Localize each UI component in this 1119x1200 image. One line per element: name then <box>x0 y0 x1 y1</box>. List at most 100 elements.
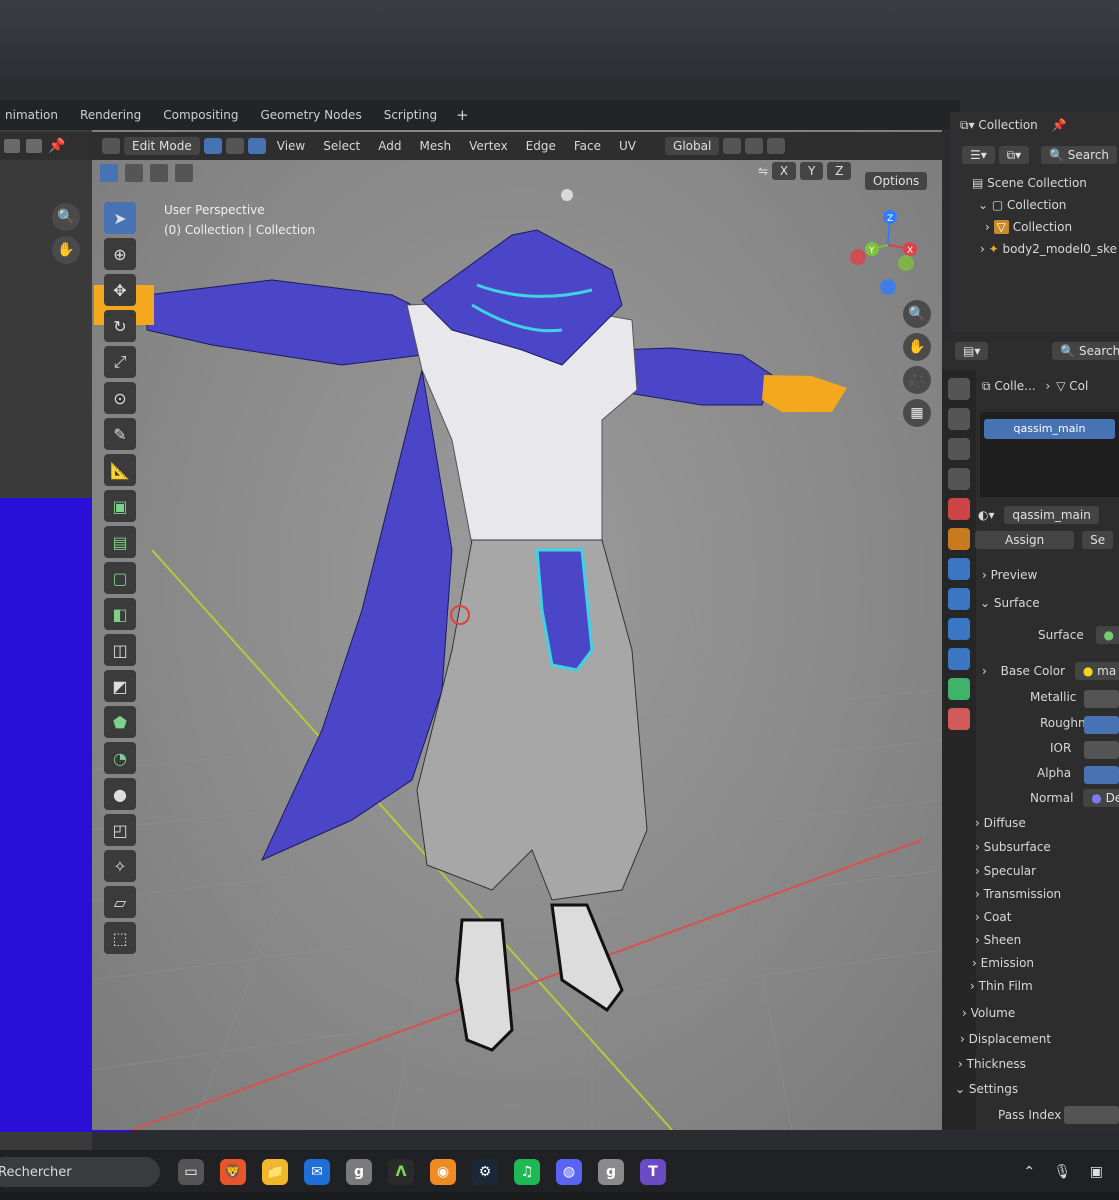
tab-scripting[interactable]: Scripting <box>373 108 448 122</box>
proportional-edit-icon[interactable] <box>767 138 786 154</box>
thickness-section[interactable]: › Thickness <box>958 1057 1026 1071</box>
menu-view[interactable]: View <box>270 137 312 155</box>
file-explorer-icon[interactable]: 📁 <box>262 1159 288 1185</box>
material-name-field[interactable]: qassim_main <box>1004 506 1099 524</box>
smooth-tool-icon[interactable]: ● <box>104 778 136 810</box>
roughness-field[interactable] <box>1084 716 1119 734</box>
loop-cut-tool-icon[interactable]: ◫ <box>104 634 136 666</box>
menu-vertex[interactable]: Vertex <box>462 137 515 155</box>
diffuse-section[interactable]: › Diffuse <box>975 816 1026 830</box>
material-slot-item[interactable]: qassim_main <box>984 419 1115 439</box>
pivot-icon[interactable] <box>723 138 742 154</box>
constraints-tab-icon[interactable] <box>948 648 970 670</box>
measure-tool-icon[interactable]: 📐 <box>104 454 136 486</box>
coat-section[interactable]: › Coat <box>975 910 1011 924</box>
volume-section[interactable]: › Volume <box>962 1006 1015 1020</box>
modifier-tab-icon[interactable] <box>948 558 970 580</box>
normal-field[interactable]: ● Defa <box>1083 789 1119 807</box>
face-select-icon[interactable] <box>247 138 266 154</box>
sub-collection-row[interactable]: › ▽ Collection <box>985 220 1072 234</box>
tab-rendering[interactable]: Rendering <box>69 108 152 122</box>
brave-browser-icon[interactable]: 🦁 <box>220 1159 246 1185</box>
render-tab-icon[interactable] <box>948 408 970 430</box>
app-a-icon[interactable]: Λ <box>388 1159 414 1185</box>
metallic-field[interactable] <box>1084 690 1119 708</box>
properties-search-field[interactable]: 🔍 Search <box>1052 342 1119 360</box>
cursor-tool-icon[interactable]: ⊕ <box>104 238 136 270</box>
rotate-tool-icon[interactable]: ↻ <box>104 310 136 342</box>
select-invert-icon[interactable] <box>175 164 194 182</box>
network-icon[interactable]: ▣ <box>1090 1164 1103 1180</box>
discord-icon[interactable]: ◍ <box>556 1159 582 1185</box>
mirror-x-toggle[interactable]: X <box>771 162 797 180</box>
menu-add[interactable]: Add <box>371 137 408 155</box>
view-layer-icon[interactable]: ⧉▾ <box>960 118 978 132</box>
viewport-zoom-icon[interactable]: 🔍 <box>903 300 931 328</box>
add-workspace-button[interactable]: + <box>448 106 477 124</box>
menu-mesh[interactable]: Mesh <box>413 137 459 155</box>
outliner-search-field[interactable]: 🔍 Search <box>1041 146 1118 164</box>
chevron-up-icon[interactable]: ⌃ <box>1023 1164 1035 1180</box>
collection-row[interactable]: ⌄ ▢ Collection <box>978 198 1066 212</box>
scene-tab-icon[interactable] <box>948 498 970 520</box>
data-tab-icon[interactable] <box>948 678 970 700</box>
chevron-right-icon[interactable]: › <box>980 242 989 256</box>
tab-geometry-nodes[interactable]: Geometry Nodes <box>249 108 372 122</box>
scale-tool-icon[interactable]: ⤢ <box>104 346 136 378</box>
transform-tool-icon[interactable]: ⊙ <box>104 382 136 414</box>
mirror-z-toggle[interactable]: Z <box>827 162 852 180</box>
subsurface-section[interactable]: › Subsurface <box>975 840 1051 854</box>
extrude-tool-icon[interactable]: ▤ <box>104 526 136 558</box>
shrink-fatten-tool-icon[interactable]: ✧ <box>104 850 136 882</box>
microphone-icon[interactable]: 🎙 <box>1054 1164 1072 1180</box>
particles-tab-icon[interactable] <box>948 588 970 610</box>
view-layer-tab-icon[interactable] <box>948 468 970 490</box>
3d-viewport[interactable] <box>92 130 942 1130</box>
output-tab-icon[interactable] <box>948 438 970 460</box>
outlook-icon[interactable]: ✉ <box>304 1159 330 1185</box>
select-extend-icon[interactable] <box>125 164 144 182</box>
spotify-icon[interactable]: ♫ <box>514 1159 540 1185</box>
viewport-pan-icon[interactable]: ✋ <box>903 333 931 361</box>
alpha-field[interactable] <box>1084 766 1119 784</box>
move-tool-icon[interactable]: ✥ <box>104 274 136 306</box>
ior-field[interactable] <box>1084 741 1119 759</box>
object-row[interactable]: › ✦ body2_model0_ske <box>980 242 1117 256</box>
blender-icon[interactable]: ◉ <box>430 1159 456 1185</box>
material-sphere-icon[interactable]: ◐▾ <box>978 508 995 522</box>
hand-pan-icon[interactable]: ✋ <box>52 236 80 264</box>
emission-section[interactable]: › Emission <box>972 956 1034 970</box>
add-cube-tool-icon[interactable]: ▣ <box>104 490 136 522</box>
close-icon[interactable] <box>26 139 42 153</box>
settings-section[interactable]: ⌄ Settings <box>955 1082 1018 1096</box>
properties-type-dropdown[interactable]: ▤▾ <box>955 342 989 360</box>
tab-animation[interactable]: nimation <box>0 108 69 122</box>
edge-select-icon[interactable] <box>225 138 244 154</box>
inset-tool-icon[interactable]: ▢ <box>104 562 136 594</box>
navigation-gizmo[interactable]: Z Y X <box>848 205 928 295</box>
object-tab-icon[interactable] <box>948 528 970 550</box>
scene-collection-row[interactable]: ▤ Scene Collection <box>972 176 1087 190</box>
steam-icon[interactable]: ⚙ <box>472 1159 498 1185</box>
filter-dropdown[interactable]: ⧉▾ <box>998 146 1030 164</box>
specular-section[interactable]: › Specular <box>975 864 1036 878</box>
spin-tool-icon[interactable]: ◔ <box>104 742 136 774</box>
surface-shader-field[interactable]: ● Pr <box>1095 626 1119 644</box>
mode-dropdown[interactable]: Edit Mode <box>124 137 200 155</box>
physics-tab-icon[interactable] <box>948 618 970 640</box>
taskbar-search[interactable]: Rechercher <box>0 1157 160 1187</box>
options-dropdown[interactable]: Options <box>865 172 928 190</box>
editor-type-button[interactable] <box>102 138 120 154</box>
teams-icon[interactable]: T <box>640 1159 666 1185</box>
material-slot-list[interactable]: qassim_main <box>980 412 1119 497</box>
vertex-select-icon[interactable] <box>203 138 222 154</box>
tool-tab-icon[interactable] <box>948 378 970 400</box>
displacement-section[interactable]: › Displacement <box>960 1032 1051 1046</box>
select-tool-icon[interactable]: ➤ <box>104 202 136 234</box>
mirror-y-toggle[interactable]: Y <box>799 162 824 180</box>
zoom-icon[interactable]: 🔍 <box>52 203 80 231</box>
gimp-icon[interactable]: g <box>346 1159 372 1185</box>
material-tab-icon[interactable] <box>948 708 970 730</box>
transmission-section[interactable]: › Transmission <box>975 887 1061 901</box>
gimp-second-icon[interactable]: g <box>598 1159 624 1185</box>
